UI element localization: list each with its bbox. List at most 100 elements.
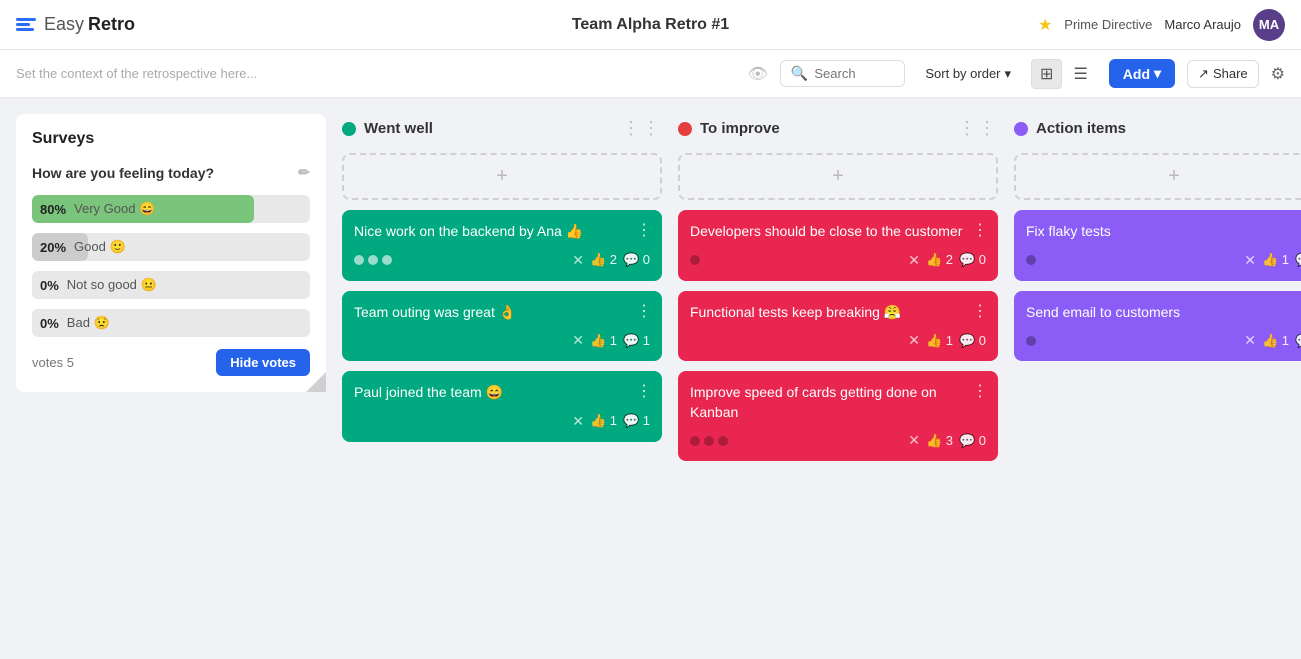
card-like-2[interactable]: 👍 1 [590,333,617,349]
avatar[interactable]: MA [1253,9,1285,41]
col-dot-action-items [1014,122,1028,136]
column-to-improve: To improve ⋮⋮ + ⋮ Developers should be c… [678,114,998,471]
card-went-well-1: ⋮ Nice work on the backend by Ana 👍 ✕ 👍 … [342,210,662,281]
card-dots-action-2 [1026,336,1036,346]
card-comment-1[interactable]: 💬 0 [623,252,650,268]
user-name[interactable]: Marco Araujo [1164,17,1241,32]
survey-label-very-good: 80% Very Good 😄 [40,201,155,217]
card-action-1: ⋮ Fix flaky tests ✕ 👍 1 💬 0 [1014,210,1301,281]
card-footer-action-2: ✕ 👍 1 💬 0 [1026,332,1301,349]
search-input[interactable] [814,66,894,81]
card-like-a2[interactable]: 👍 1 [1262,333,1289,349]
toolbar: Set the context of the retrospective her… [0,50,1301,98]
card-comment-a2[interactable]: 💬 0 [1295,333,1301,349]
sort-button[interactable]: Sort by order ▾ [917,62,1019,86]
card-menu-2[interactable]: ⋮ [636,301,652,321]
star-icon: ★ [1038,15,1052,35]
edit-icon[interactable]: ✏ [298,164,310,181]
card-comment-i2[interactable]: 💬 0 [959,333,986,349]
card-actions-improve-2: ✕ 👍 1 💬 0 [908,332,986,349]
header: EasyRetro Team Alpha Retro #1 ★ Prime Di… [0,0,1301,50]
col-title-action-items: Action items [1036,120,1286,137]
card-menu-improve-3[interactable]: ⋮ [972,381,988,401]
hide-votes-button[interactable]: Hide votes [216,349,310,376]
survey-pct-bad: 0% [40,316,59,331]
view-toggle: ⊞ ☰ [1031,59,1097,89]
grid-view-button[interactable]: ⊞ [1031,59,1062,89]
card-menu-3[interactable]: ⋮ [636,381,652,401]
add-card-went-well[interactable]: + [342,153,662,200]
card-dots-improve-1 [690,255,700,265]
prime-directive-link[interactable]: Prime Directive [1064,17,1152,32]
card-menu-improve-1[interactable]: ⋮ [972,220,988,240]
card-like-3[interactable]: 👍 1 [590,413,617,429]
sort-label: Sort by order [925,66,1000,81]
survey-text-bad: Bad 😟 [67,315,110,331]
card-footer-improve-3: ✕ 👍 3 💬 0 [690,432,986,449]
card-like-i2[interactable]: 👍 1 [926,333,953,349]
card-dots-1 [354,255,392,265]
card-comment-3[interactable]: 💬 1 [623,413,650,429]
card-text-1: Nice work on the backend by Ana 👍 [354,222,650,242]
card-like-i1[interactable]: 👍 2 [926,252,953,268]
col-menu-to-improve[interactable]: ⋮⋮ [958,118,998,139]
add-card-action-items[interactable]: + [1014,153,1301,200]
survey-label-bad: 0% Bad 😟 [40,315,110,331]
context-text[interactable]: Set the context of the retrospective her… [16,66,736,81]
logo-bar-1 [16,18,36,21]
col-menu-went-well[interactable]: ⋮⋮ [622,118,662,139]
panel-corner [306,372,326,392]
card-dot-a1 [1026,255,1036,265]
add-card-to-improve[interactable]: + [678,153,998,200]
votes-label: votes 5 [32,355,74,370]
logo[interactable]: EasyRetro [16,14,135,35]
card-actions-1: ✕ 👍 2 💬 0 [572,252,650,269]
surveys-panel: Surveys How are you feeling today? ✏ 80%… [16,114,326,392]
card-comment-2[interactable]: 💬 1 [623,333,650,349]
card-close-a2[interactable]: ✕ [1244,332,1256,349]
card-text-action-2: Send email to customers [1026,303,1301,323]
chevron-down-icon: ▾ [1005,66,1012,82]
card-comment-a1[interactable]: 💬 0 [1295,252,1301,268]
card-menu-1[interactable]: ⋮ [636,220,652,240]
eye-icon[interactable]: 👁 [748,64,768,84]
list-view-button[interactable]: ☰ [1064,59,1096,89]
card-menu-improve-2[interactable]: ⋮ [972,301,988,321]
gear-icon[interactable]: ⚙ [1271,64,1285,84]
card-dot-a2 [1026,336,1036,346]
card-dot-1b [368,255,378,265]
col-dot-to-improve [678,122,692,136]
add-label: Add [1123,66,1150,82]
card-like-a1[interactable]: 👍 1 [1262,252,1289,268]
card-text-improve-1: Developers should be close to the custom… [690,222,986,242]
card-actions-3: ✕ 👍 1 💬 1 [572,413,650,430]
col-header-action-items: Action items ⋮⋮ [1014,114,1301,143]
card-improve-1: ⋮ Developers should be close to the cust… [678,210,998,281]
card-close-i3[interactable]: ✕ [908,432,920,449]
card-close-i1[interactable]: ✕ [908,252,920,269]
share-button[interactable]: ↗ Share [1187,60,1259,88]
survey-row-very-good: 80% Very Good 😄 [32,195,310,223]
card-actions-improve-1: ✕ 👍 2 💬 0 [908,252,986,269]
card-close-3[interactable]: ✕ [572,413,584,430]
card-actions-action-1: ✕ 👍 1 💬 0 [1244,252,1301,269]
card-close-2[interactable]: ✕ [572,332,584,349]
card-comment-i3[interactable]: 💬 0 [959,433,986,449]
card-improve-3: ⋮ Improve speed of cards getting done on… [678,371,998,461]
card-like-i3[interactable]: 👍 3 [926,433,953,449]
col-menu-action-items[interactable]: ⋮⋮ [1294,118,1301,139]
survey-text-very-good: Very Good 😄 [74,201,155,217]
add-button[interactable]: Add ▾ [1109,59,1175,88]
card-went-well-3: ⋮ Paul joined the team 😄 ✕ 👍 1 💬 1 [342,371,662,442]
search-box[interactable]: 🔍 [780,60,905,87]
card-close-1[interactable]: ✕ [572,252,584,269]
logo-bar-3 [16,28,34,31]
card-close-a1[interactable]: ✕ [1244,252,1256,269]
card-text-improve-2: Functional tests keep breaking 😤 [690,303,986,323]
card-comment-i1[interactable]: 💬 0 [959,252,986,268]
card-like-1[interactable]: 👍 2 [590,252,617,268]
survey-pct-very-good: 80% [40,202,66,217]
card-action-2: ⋮ Send email to customers ✕ 👍 1 💬 0 [1014,291,1301,362]
card-close-i2[interactable]: ✕ [908,332,920,349]
survey-row-not-so-good: 0% Not so good 😐 [32,271,310,299]
